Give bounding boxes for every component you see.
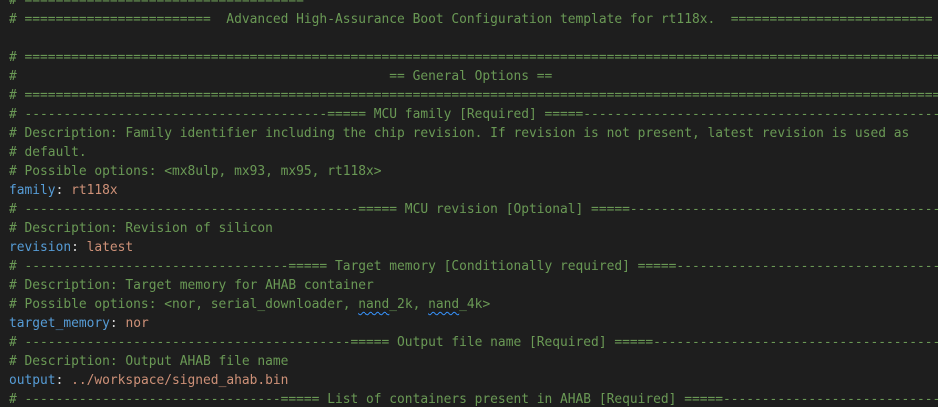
option-header-comment: # --------------------------------------… [9, 107, 938, 122]
description-comment: # Description: Family identifier includi… [9, 126, 910, 141]
yaml-value: ../workspace/signed_ahab.bin [71, 373, 289, 388]
yaml-separator: : [55, 373, 72, 388]
yaml-entry-target-memory: target_memory: nor [9, 314, 938, 333]
yaml-key: target_memory [9, 316, 110, 331]
option-header-comment: # --------------------------------------… [9, 202, 938, 217]
option-header-comment: # ----------------------------------====… [9, 259, 938, 274]
yaml-key: family [9, 183, 56, 198]
yaml-value: nor [125, 316, 149, 331]
comment-text: # Possible options: <nor, serial_downloa… [9, 297, 359, 312]
code-lines: # ==================================== #… [9, 0, 938, 407]
spellcheck-squiggle[interactable]: nand [358, 297, 389, 312]
yaml-separator: : [55, 183, 72, 198]
yaml-entry-output: output: ../workspace/signed_ahab.bin [9, 371, 938, 390]
yaml-separator: : [109, 316, 126, 331]
code-line: # ==================================== [9, 0, 304, 8]
yaml-key: revision [9, 240, 72, 255]
option-header-comment: # --------------------------------------… [9, 335, 938, 350]
description-comment: # default. [9, 145, 87, 160]
description-comment: # Description: Target memory for AHAB co… [9, 278, 374, 293]
yaml-value: rt118x [71, 183, 118, 198]
section-heading-comment: # == General Options == [9, 69, 553, 84]
separator-comment: # ======================================… [9, 50, 938, 65]
yaml-value: latest [86, 240, 134, 255]
comment-text: _4k> [459, 297, 491, 312]
code-editor[interactable]: # ==================================== #… [0, 0, 938, 407]
comment-text: _2k, [389, 297, 429, 312]
option-header-comment: # ---------------------------------=====… [9, 392, 938, 407]
possible-options-comment: # Possible options: <nor, serial_downloa… [9, 295, 938, 314]
yaml-separator: : [71, 240, 87, 255]
yaml-entry-revision: revision: latest [9, 238, 938, 257]
separator-comment: # ======================================… [9, 88, 938, 103]
description-comment: # Description: Output AHAB file name [9, 354, 289, 369]
possible-options-comment: # Possible options: <mx8ulp, mx93, mx95,… [9, 164, 382, 179]
yaml-key: output [9, 373, 56, 388]
yaml-entry-family: family: rt118x [9, 181, 938, 200]
description-comment: # Description: Revision of silicon [9, 221, 273, 236]
template-title-comment: # ======================== Advanced High… [9, 12, 933, 27]
spellcheck-squiggle[interactable]: nand [428, 297, 459, 312]
